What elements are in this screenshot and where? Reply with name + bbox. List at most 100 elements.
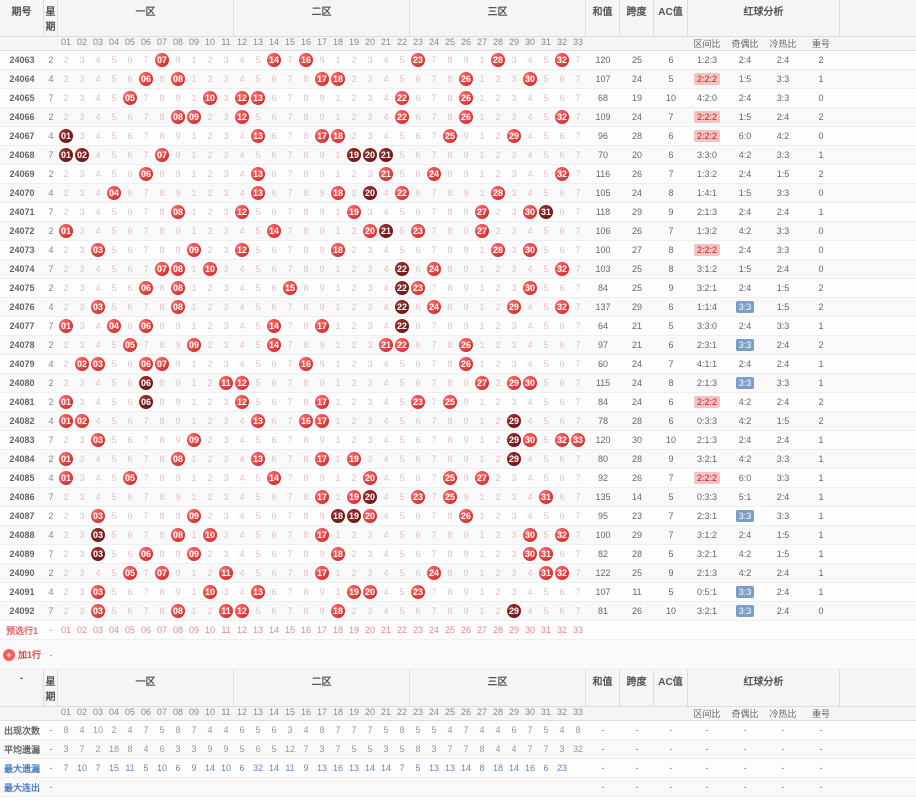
cell-num[interactable]: 3 xyxy=(74,131,90,141)
cell-num[interactable]: 4 xyxy=(90,226,106,236)
cell-num[interactable]: 7 xyxy=(426,283,442,293)
cell-num[interactable]: 6 xyxy=(554,245,570,255)
cell-num[interactable]: 6 xyxy=(554,207,570,217)
cell-num[interactable]: 6 xyxy=(266,245,282,255)
cell-num[interactable]: 29 xyxy=(506,300,522,314)
cell-num[interactable]: 2 xyxy=(202,549,218,559)
cell-num[interactable]: 9 xyxy=(458,131,474,141)
cell-num[interactable]: 7 xyxy=(282,93,298,103)
cell-num[interactable]: 12 xyxy=(234,395,250,409)
cell-num[interactable]: 4 xyxy=(90,150,106,160)
yuxuan-num[interactable]: 02 xyxy=(74,625,90,635)
cell-num[interactable]: 8 xyxy=(298,587,314,597)
cell-num[interactable]: 9 xyxy=(458,321,474,331)
cell-num[interactable]: 3 xyxy=(362,55,378,65)
cell-num[interactable]: 18 xyxy=(330,129,346,143)
cell-num[interactable]: 27 xyxy=(474,376,490,390)
cell-num[interactable]: 3 xyxy=(74,530,90,540)
cell-num[interactable]: 1 xyxy=(474,454,490,464)
cell-num[interactable]: 1 xyxy=(186,378,202,388)
cell-num[interactable]: 2 xyxy=(490,511,506,521)
cell-num[interactable]: 2 xyxy=(346,169,362,179)
cell-num[interactable]: 6 xyxy=(410,549,426,559)
cell-num[interactable]: 2 xyxy=(202,416,218,426)
cell-num[interactable]: 2 xyxy=(490,473,506,483)
cell-num[interactable]: 8 xyxy=(298,454,314,464)
cell-num[interactable]: 7 xyxy=(426,587,442,597)
cell-num[interactable]: 09 xyxy=(186,243,202,257)
cell-num[interactable]: 9 xyxy=(458,587,474,597)
cell-num[interactable]: 24 xyxy=(426,566,442,580)
yuxuan-num[interactable]: 11 xyxy=(218,625,234,635)
cell-num[interactable]: 9 xyxy=(170,245,186,255)
cell-num[interactable]: 4 xyxy=(522,454,538,464)
cell-num[interactable]: 1 xyxy=(474,55,490,65)
yuxuan-num[interactable]: 16 xyxy=(298,625,314,635)
cell-num[interactable]: 1 xyxy=(330,568,346,578)
cell-num[interactable]: 4 xyxy=(90,473,106,483)
cell-num[interactable]: 18 xyxy=(330,604,346,618)
cell-num[interactable]: 9 xyxy=(458,454,474,464)
cell-num[interactable]: 6 xyxy=(410,340,426,350)
cell-num[interactable]: 7 xyxy=(138,435,154,445)
cell-num[interactable]: 01 xyxy=(58,395,74,409)
cell-num[interactable]: 1 xyxy=(330,207,346,217)
cell-num[interactable]: 33 xyxy=(570,433,586,447)
cell-num[interactable]: 2 xyxy=(58,283,74,293)
cell-num[interactable]: 1 xyxy=(186,606,202,616)
cell-num[interactable]: 18 xyxy=(330,547,346,561)
yuxuan-num[interactable]: 33 xyxy=(570,625,586,635)
cell-num[interactable]: 2 xyxy=(490,606,506,616)
cell-num[interactable]: 6 xyxy=(554,150,570,160)
cell-num[interactable]: 6 xyxy=(122,606,138,616)
cell-num[interactable]: 6 xyxy=(554,340,570,350)
cell-num[interactable]: 3 xyxy=(506,264,522,274)
cell-num[interactable]: 22 xyxy=(394,319,410,333)
cell-num[interactable]: 2 xyxy=(490,587,506,597)
cell-num[interactable]: 23 xyxy=(410,585,426,599)
cell-num[interactable]: 7 xyxy=(138,302,154,312)
cell-num[interactable]: 5 xyxy=(106,302,122,312)
cell-num[interactable]: 5 xyxy=(106,150,122,160)
cell-num[interactable]: 01 xyxy=(58,414,74,428)
cell-num[interactable]: 13 xyxy=(250,585,266,599)
cell-num[interactable]: 13 xyxy=(250,91,266,105)
cell-num[interactable]: 12 xyxy=(234,205,250,219)
cell-num[interactable]: 9 xyxy=(314,549,330,559)
cell-num[interactable]: 2 xyxy=(490,302,506,312)
yuxuan-num[interactable]: 26 xyxy=(458,625,474,635)
cell-num[interactable]: 05 xyxy=(122,91,138,105)
cell-num[interactable]: 8 xyxy=(442,378,458,388)
cell-num[interactable]: 2 xyxy=(202,473,218,483)
cell-num[interactable]: 5 xyxy=(106,435,122,445)
cell-num[interactable]: 21 xyxy=(378,338,394,352)
cell-num[interactable]: 7 xyxy=(570,454,586,464)
cell-num[interactable]: 08 xyxy=(170,528,186,542)
yuxuan-num[interactable]: 29 xyxy=(506,625,522,635)
cell-num[interactable]: 2 xyxy=(490,150,506,160)
cell-num[interactable]: 5 xyxy=(394,435,410,445)
cell-num[interactable]: 7 xyxy=(426,511,442,521)
cell-num[interactable]: 1 xyxy=(474,340,490,350)
cell-num[interactable]: 25 xyxy=(442,395,458,409)
cell-num[interactable]: 9 xyxy=(314,150,330,160)
cell-num[interactable]: 6 xyxy=(266,416,282,426)
cell-num[interactable]: 2 xyxy=(346,397,362,407)
cell-num[interactable]: 1 xyxy=(186,131,202,141)
cell-num[interactable]: 14 xyxy=(266,319,282,333)
cell-num[interactable]: 6 xyxy=(266,549,282,559)
cell-num[interactable]: 3 xyxy=(218,549,234,559)
cell-num[interactable]: 2 xyxy=(490,568,506,578)
cell-num[interactable]: 9 xyxy=(170,378,186,388)
cell-num[interactable]: 2 xyxy=(346,226,362,236)
cell-num[interactable]: 3 xyxy=(506,587,522,597)
cell-num[interactable]: 8 xyxy=(154,93,170,103)
cell-num[interactable]: 13 xyxy=(250,414,266,428)
cell-num[interactable]: 4 xyxy=(90,416,106,426)
cell-num[interactable]: 9 xyxy=(170,55,186,65)
cell-num[interactable]: 13 xyxy=(250,129,266,143)
cell-num[interactable]: 12 xyxy=(234,376,250,390)
cell-num[interactable]: 7 xyxy=(570,606,586,616)
cell-num[interactable]: 3 xyxy=(362,397,378,407)
cell-num[interactable]: 30 xyxy=(522,243,538,257)
